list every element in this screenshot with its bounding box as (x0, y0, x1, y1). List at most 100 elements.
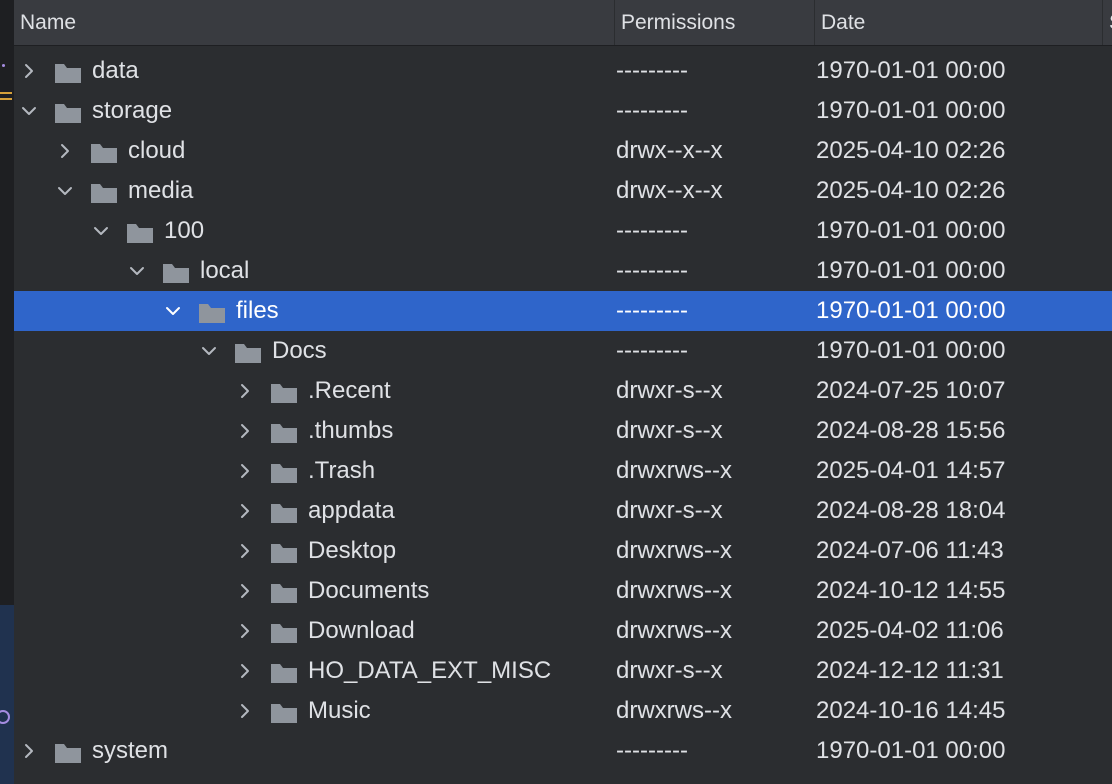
row-name: .Trash (308, 457, 376, 484)
chevron-right-icon[interactable] (234, 571, 254, 611)
folder-icon (270, 538, 298, 563)
row-name: local (200, 257, 250, 284)
row-date: 2024-07-25 10:07 (816, 377, 1006, 404)
tree-row[interactable]: local --------- 1970-01-01 00:00 (14, 251, 1112, 291)
folder-icon (90, 138, 118, 163)
chevron-right-icon[interactable] (234, 411, 254, 451)
row-name: Download (308, 617, 415, 644)
row-date: 1970-01-01 00:00 (816, 337, 1006, 364)
chevron-down-icon[interactable] (90, 211, 110, 251)
folder-icon (270, 418, 298, 443)
tree-row[interactable]: data --------- 1970-01-01 00:00 (14, 51, 1112, 91)
chevron-down-icon[interactable] (162, 291, 182, 331)
column-header-size[interactable]: S (1103, 0, 1112, 45)
folder-icon (162, 258, 190, 283)
row-date: 2024-08-28 18:04 (816, 497, 1006, 524)
row-date: 2024-07-06 11:43 (816, 537, 1004, 564)
row-name: media (128, 177, 194, 204)
row-permissions: --------- (616, 337, 688, 364)
row-permissions: --------- (616, 737, 688, 764)
column-header-name[interactable]: Name (14, 0, 615, 45)
row-permissions: --------- (616, 257, 688, 284)
row-permissions: --------- (616, 97, 688, 124)
tree-row[interactable]: Music drwxrws--x 2024-10-16 14:45 (14, 691, 1112, 731)
file-tree-body: data --------- 1970-01-01 00:00 storage ----… (14, 51, 1112, 771)
row-date: 2024-08-28 15:56 (816, 417, 1006, 444)
tree-row[interactable]: .Trash drwxrws--x 2025-04-01 14:57 (14, 451, 1112, 491)
chevron-right-icon[interactable] (18, 51, 38, 91)
chevron-down-icon[interactable] (198, 331, 218, 371)
row-name: cloud (128, 137, 186, 164)
tree-row[interactable]: Desktop drwxrws--x 2024-07-06 11:43 (14, 531, 1112, 571)
tree-row[interactable]: 100 --------- 1970-01-01 00:00 (14, 211, 1112, 251)
chevron-down-icon[interactable] (18, 91, 38, 131)
folder-icon (126, 218, 154, 243)
row-name: data (92, 57, 139, 84)
tree-row[interactable]: system --------- 1970-01-01 00:00 (14, 731, 1112, 771)
row-permissions: drwxrws--x (616, 617, 732, 644)
row-permissions: drwxrws--x (616, 577, 732, 604)
column-header-date[interactable]: Date (815, 0, 1103, 45)
chevron-right-icon[interactable] (234, 451, 254, 491)
row-date: 1970-01-01 00:00 (816, 97, 1006, 124)
row-date: 2024-10-12 14:55 (816, 577, 1006, 604)
chevron-right-icon[interactable] (234, 691, 254, 731)
folder-icon (270, 698, 298, 723)
row-date: 2025-04-10 02:26 (816, 137, 1006, 164)
chevron-right-icon[interactable] (234, 531, 254, 571)
row-date: 2024-10-16 14:45 (816, 697, 1006, 724)
row-name: system (92, 737, 169, 764)
row-permissions: drwxr-s--x (616, 657, 723, 684)
row-date: 2025-04-02 11:06 (816, 617, 1004, 644)
row-date: 1970-01-01 00:00 (816, 737, 1006, 764)
folder-icon (234, 338, 262, 363)
row-name: storage (92, 97, 173, 124)
folder-icon (198, 298, 226, 323)
row-name: Desktop (308, 537, 397, 564)
row-permissions: drwxr-s--x (616, 497, 723, 524)
folder-icon (54, 98, 82, 123)
folder-icon (270, 378, 298, 403)
row-date: 1970-01-01 00:00 (816, 57, 1006, 84)
chevron-right-icon[interactable] (234, 651, 254, 691)
row-name: Documents (308, 577, 430, 604)
row-permissions: drwxrws--x (616, 697, 732, 724)
tree-row[interactable]: Download drwxrws--x 2025-04-02 11:06 (14, 611, 1112, 651)
chevron-right-icon[interactable] (234, 611, 254, 651)
row-permissions: drwx--x--x (616, 177, 723, 204)
chevron-right-icon[interactable] (54, 131, 74, 171)
tree-row[interactable]: files --------- 1970-01-01 00:00 (14, 291, 1112, 331)
gutter-panel-strip (0, 605, 14, 784)
chevron-right-icon[interactable] (234, 371, 254, 411)
row-date: 1970-01-01 00:00 (816, 217, 1006, 244)
tree-row[interactable]: Docs --------- 1970-01-01 00:00 (14, 331, 1112, 371)
folder-icon (54, 58, 82, 83)
chevron-right-icon[interactable] (18, 731, 38, 771)
row-name: files (236, 297, 279, 324)
chevron-right-icon[interactable] (234, 491, 254, 531)
row-name: .thumbs (308, 417, 394, 444)
column-header-permissions[interactable]: Permissions (615, 0, 815, 45)
row-name: Docs (272, 337, 327, 364)
device-file-explorer: Name Permissions Date S data --------- 197… (0, 0, 1112, 784)
row-name: HO_DATA_EXT_MISC (308, 657, 552, 684)
row-name: appdata (308, 497, 395, 524)
row-date: 1970-01-01 00:00 (816, 297, 1006, 324)
tree-row[interactable]: cloud drwx--x--x 2025-04-10 02:26 (14, 131, 1112, 171)
tree-row[interactable]: .thumbs drwxr-s--x 2024-08-28 15:56 (14, 411, 1112, 451)
row-date: 2025-04-10 02:26 (816, 177, 1006, 204)
tree-row[interactable]: Documents drwxrws--x 2024-10-12 14:55 (14, 571, 1112, 611)
tree-row[interactable]: HO_DATA_EXT_MISC drwxr-s--x 2024-12-12 11:… (14, 651, 1112, 691)
tree-row[interactable]: storage --------- 1970-01-01 00:00 (14, 91, 1112, 131)
row-date: 2025-04-01 14:57 (816, 457, 1006, 484)
folder-icon (270, 658, 298, 683)
left-editor-gutter (0, 0, 14, 784)
row-date: 1970-01-01 00:00 (816, 257, 1006, 284)
chevron-down-icon[interactable] (126, 251, 146, 291)
row-date: 2024-12-12 11:31 (816, 657, 1004, 684)
tree-row[interactable]: .Recent drwxr-s--x 2024-07-25 10:07 (14, 371, 1112, 411)
tree-row[interactable]: appdata drwxr-s--x 2024-08-28 18:04 (14, 491, 1112, 531)
chevron-down-icon[interactable] (54, 171, 74, 211)
row-permissions: drwxr-s--x (616, 377, 723, 404)
tree-row[interactable]: media drwx--x--x 2025-04-10 02:26 (14, 171, 1112, 211)
